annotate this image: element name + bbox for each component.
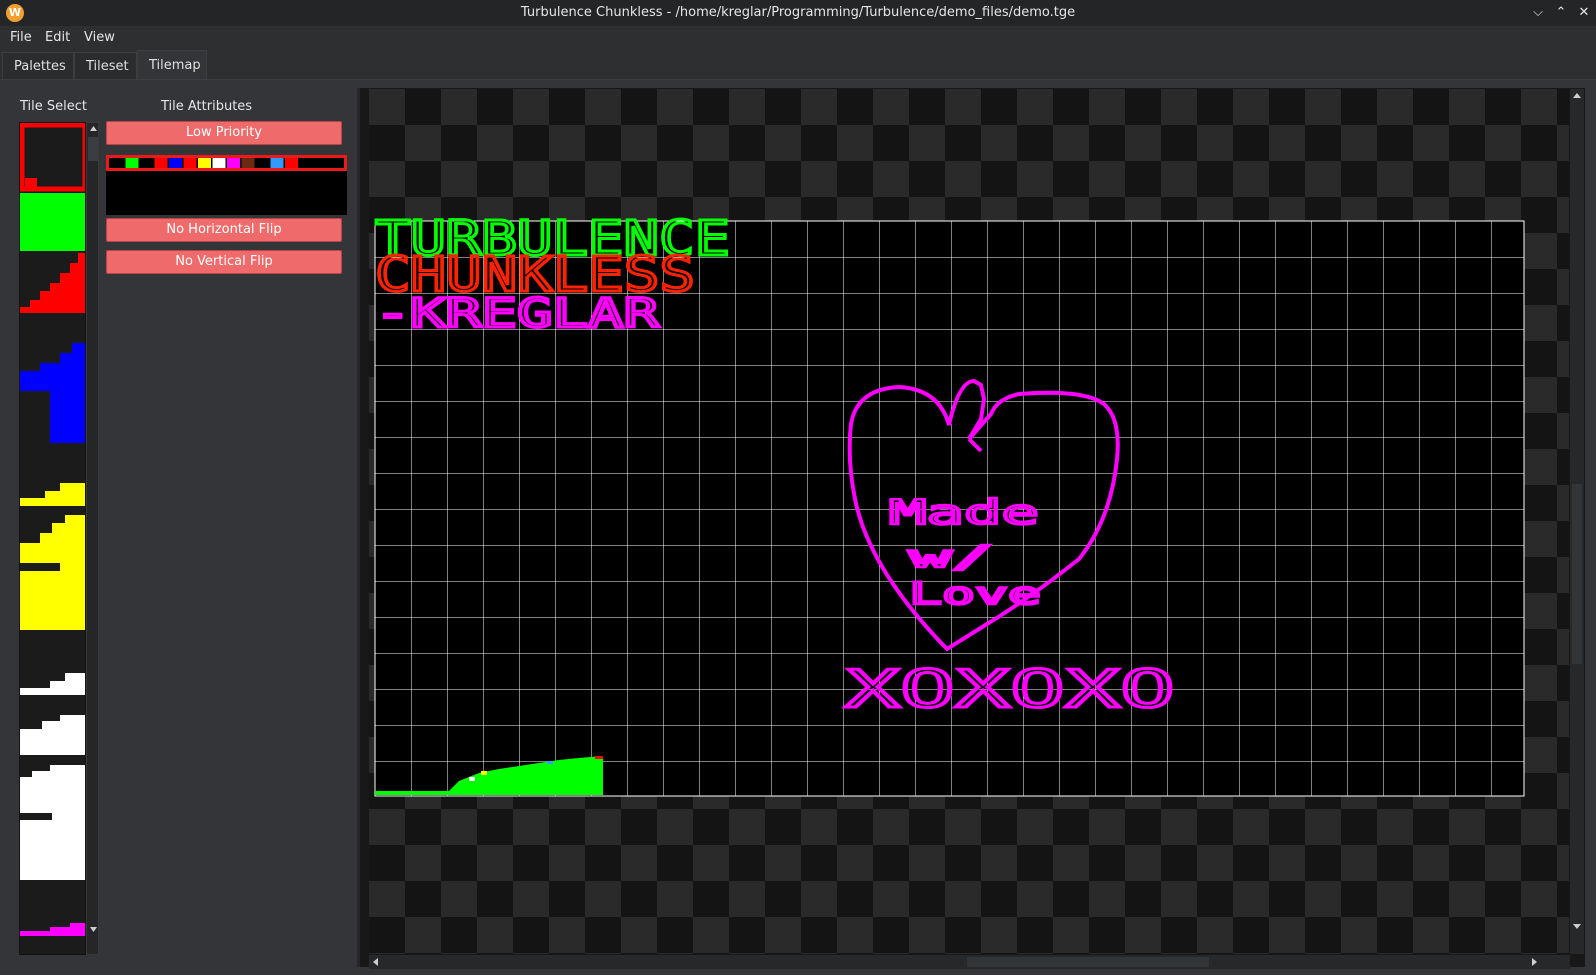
palette-swatches — [111, 158, 298, 168]
tile-select-label: Tile Select — [20, 99, 87, 114]
tab-palettes[interactable]: Palettes — [2, 52, 74, 80]
palette-swatch-0 — [111, 158, 124, 168]
priority-button[interactable]: Low Priority — [106, 121, 342, 145]
menu-edit[interactable]: Edit — [45, 30, 70, 45]
tilemap-vertical-scrollbar[interactable] — [1570, 89, 1584, 954]
window-title: Turbulence Chunkless - /home/kreglar/Pro… — [520, 5, 1076, 20]
palette-swatch-5 — [183, 158, 197, 168]
vscroll-up-arrow-icon[interactable] — [1573, 93, 1581, 98]
vscroll-down-arrow-icon[interactable] — [1573, 924, 1581, 929]
palette-swatch-7 — [212, 158, 226, 168]
heart-text-with: w/ — [909, 540, 994, 575]
tile-scroll-thumb[interactable] — [88, 137, 98, 161]
horizontal-flip-button[interactable]: No Horizontal Flip — [106, 218, 342, 242]
tab-tileset[interactable]: Tileset — [74, 52, 137, 80]
signoff-text: XOXOXO — [845, 660, 1175, 720]
heart-text-made: Made — [889, 493, 1039, 533]
vertical-flip-button[interactable]: No Vertical Flip — [106, 250, 342, 274]
palette-swatch-9 — [241, 158, 255, 168]
palette-swatch-4 — [169, 158, 182, 168]
app-window: W Turbulence Chunkless - /home/kreglar/P… — [0, 0, 1596, 975]
menu-bar: File Edit View — [0, 26, 1596, 50]
tab-tilemap[interactable]: Tilemap — [137, 50, 207, 80]
tile-white-large[interactable] — [20, 765, 86, 880]
tile-scroll-svg — [88, 126, 98, 932]
palette-swatch-1 — [125, 158, 139, 168]
tile-attributes-label: Tile Attributes — [161, 99, 253, 114]
menu-file[interactable]: File — [10, 30, 32, 45]
tile-list-scrollbar[interactable] — [86, 122, 99, 955]
maximize-button[interactable]: ⌃ — [1551, 3, 1571, 23]
hscroll-left-arrow-icon[interactable] — [373, 958, 378, 966]
palette-swatch-8 — [227, 158, 240, 168]
title-bar[interactable]: W Turbulence Chunkless - /home/kreglar/P… — [0, 0, 1596, 26]
close-button[interactable]: ✕ — [1574, 3, 1594, 23]
palette-swatch-6 — [198, 158, 211, 168]
tilemap-horizontal-scrollbar[interactable] — [369, 955, 1570, 969]
hscroll-thumb[interactable] — [967, 957, 1209, 967]
minimize-button[interactable]: ⌵ — [1528, 3, 1548, 23]
tilemap-canvas[interactable]: TURBULENCE CHUNKLESS -KREGLAR Made w/ Lo… — [369, 89, 1569, 954]
selected-palette-row[interactable] — [106, 155, 347, 171]
tile-select-list[interactable] — [19, 122, 86, 955]
hscroll-right-arrow-icon[interactable] — [1532, 958, 1537, 966]
palette-swatch-12 — [285, 158, 298, 168]
tilemap-svg: TURBULENCE CHUNKLESS -KREGLAR Made w/ Lo… — [369, 89, 1569, 954]
palette-swatch-10 — [256, 158, 269, 168]
tile-green[interactable] — [20, 193, 86, 251]
palette-swatch-3 — [154, 158, 168, 168]
hscroll-svg — [373, 957, 1537, 967]
palette-selector[interactable] — [106, 155, 347, 215]
vscroll-thumb[interactable] — [1572, 484, 1582, 664]
palette-swatch-2 — [140, 158, 153, 168]
heart-text-love: Love — [909, 577, 1041, 612]
palette-swatch-11 — [270, 158, 284, 168]
tile-list-canvas — [20, 123, 86, 954]
scroll-up-arrow-icon[interactable] — [90, 126, 97, 131]
tab-bar: Palettes Tileset Tilemap — [0, 50, 1596, 80]
scroll-down-arrow-icon[interactable] — [90, 927, 97, 932]
menu-view[interactable]: View — [84, 30, 115, 45]
title-line-3: -KREGLAR — [375, 291, 660, 337]
vscroll-svg — [1572, 93, 1582, 929]
